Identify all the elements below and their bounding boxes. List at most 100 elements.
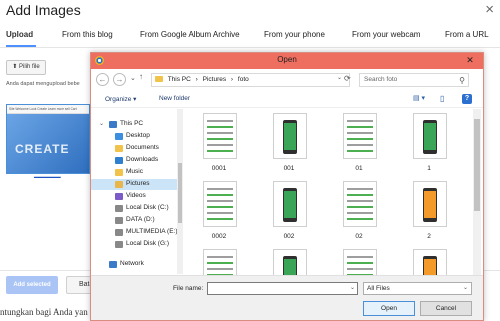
sidebar-item-network[interactable]: Network: [91, 259, 179, 270]
organize-menu[interactable]: Organize ▾: [105, 95, 136, 103]
image-thumbnail: [343, 181, 377, 227]
tab-from-your-webcam[interactable]: From your webcam: [352, 30, 420, 39]
thumbnail-nav-strip: Site Welcome Look Create Learn more sell…: [7, 105, 89, 114]
tab-from-google-album-archive[interactable]: From Google Album Archive: [140, 30, 240, 39]
image-thumbnail: [273, 181, 307, 227]
tab-from-a-url[interactable]: From a URL: [445, 30, 489, 39]
add-images-title: Add Images: [6, 2, 81, 18]
scrollbar-thumb[interactable]: [178, 163, 182, 223]
thumbnail-line: [207, 256, 233, 258]
open-file-dialog: Open ✕ ← → ⌄ ↑ This PC › Pictures › foto…: [90, 52, 484, 321]
refresh-icon[interactable]: ⟳: [344, 74, 351, 83]
chevron-down-icon[interactable]: ⌄: [350, 284, 355, 291]
thumbnail-line: [347, 200, 373, 202]
recent-locations-icon[interactable]: ⌄: [130, 74, 136, 82]
sidebar-item-label: Documents: [126, 144, 159, 151]
search-input[interactable]: Search foto ⚲: [359, 73, 469, 87]
breadcrumb-pictures[interactable]: Pictures: [203, 76, 226, 83]
thumbnail-line: [207, 138, 233, 140]
forward-icon[interactable]: →: [113, 73, 126, 86]
add-selected-button[interactable]: Add selected: [6, 276, 58, 294]
file-name-label: File name:: [173, 285, 204, 292]
image-thumbnail: [203, 181, 237, 227]
breadcrumb-foto[interactable]: foto: [238, 76, 249, 83]
tab-upload[interactable]: Upload: [6, 30, 33, 39]
dialog-cancel-button[interactable]: Cancel: [420, 301, 472, 316]
image-thumbnail: [273, 113, 307, 159]
phone-screen: [284, 123, 296, 150]
new-folder-button[interactable]: New folder: [159, 95, 190, 102]
sidebar-item-documents[interactable]: Documents: [91, 143, 179, 154]
dialog-close-icon[interactable]: ✕: [461, 54, 479, 67]
image-thumbnail: [413, 249, 447, 275]
navigation-pane-scrollbar[interactable]: [177, 109, 183, 274]
thumbnail-line: [207, 120, 233, 122]
file-name: 001: [283, 165, 295, 172]
dialog-title-bar[interactable]: Open ✕: [91, 53, 483, 69]
thumbnail-line: [347, 212, 373, 214]
chevron-down-icon[interactable]: ⌄: [99, 120, 104, 127]
pick-files-button[interactable]: ⬆ Pilih file: [6, 60, 46, 75]
sidebar-item-multimedia-e[interactable]: MULTIMEDIA (E:): [91, 227, 179, 238]
thumbnail-line: [207, 218, 233, 220]
screen: Add Images × Upload From this blog From …: [0, 0, 500, 321]
up-folder-icon[interactable]: ↑: [139, 72, 143, 81]
phone-screenshot: [423, 120, 437, 154]
address-dropdown-icon[interactable]: ⌄: [337, 74, 342, 81]
breadcrumb-this-pc[interactable]: This PC: [168, 76, 191, 83]
file-name: 02: [355, 233, 363, 240]
tab-from-your-phone[interactable]: From your phone: [264, 30, 325, 39]
close-icon[interactable]: ×: [485, 1, 494, 18]
thumbnail-line: [347, 256, 373, 258]
uploaded-image-thumbnail[interactable]: Site Welcome Look Create Learn more sell…: [6, 104, 90, 174]
sidebar-item-label: This PC: [120, 120, 144, 127]
change-view-icon[interactable]: ▤ ▾: [413, 94, 425, 102]
downloads-icon: [115, 157, 123, 164]
thumbnail-line: [207, 150, 233, 152]
image-thumbnail: [413, 113, 447, 159]
open-button[interactable]: Open: [363, 301, 415, 316]
address-bar[interactable]: This PC › Pictures › foto: [151, 73, 350, 87]
thumbnail-line: [347, 268, 373, 270]
thumbnail-line: [207, 194, 233, 196]
thumbnail-line: [347, 262, 373, 264]
thumbnail-line: [207, 206, 233, 208]
help-icon[interactable]: ?: [462, 94, 472, 104]
scrollbar-thumb[interactable]: [474, 119, 480, 211]
sidebar-item-label: Downloads: [126, 156, 159, 163]
file-name-input[interactable]: ⌄: [207, 282, 358, 295]
back-icon[interactable]: ←: [96, 73, 109, 86]
search-placeholder: Search foto: [364, 76, 398, 83]
sidebar-item-this-pc[interactable]: ⌄ This PC: [91, 119, 179, 130]
sidebar-item-pictures[interactable]: Pictures: [91, 179, 179, 190]
file-type-select[interactable]: All Files ⌄: [363, 282, 472, 295]
sidebar-item-videos[interactable]: Videos: [91, 191, 179, 202]
sidebar-item-downloads[interactable]: Downloads: [91, 155, 179, 166]
network-icon: [109, 261, 117, 268]
file-list-scrollbar[interactable]: [473, 109, 481, 275]
image-thumbnail: [203, 113, 237, 159]
thumbnail-caption: ____________: [34, 172, 61, 177]
sidebar-item-desktop[interactable]: Desktop: [91, 131, 179, 142]
desktop-icon: [115, 133, 123, 140]
phone-screen: [424, 259, 436, 275]
thumbnail-line: [207, 200, 233, 202]
thumbnail-word: CREATE: [15, 142, 70, 156]
sidebar-item-music[interactable]: Music: [91, 167, 179, 178]
preview-pane-icon[interactable]: ▯: [440, 94, 444, 103]
breadcrumb-separator: ›: [230, 76, 234, 83]
tab-from-this-blog[interactable]: From this blog: [62, 30, 113, 39]
thumbnail-line: [207, 126, 233, 128]
sidebar-item-data-d[interactable]: DATA (D:): [91, 215, 179, 226]
thumbnail-line: [347, 138, 373, 140]
file-name: 002: [283, 233, 295, 240]
phone-screen: [284, 191, 296, 218]
phone-screenshot: [283, 120, 297, 154]
command-bar: Organize ▾ New folder ▤ ▾ ▯ ?: [91, 91, 483, 108]
sidebar-item-local-disk-c[interactable]: Local Disk (C:): [91, 203, 179, 214]
videos-icon: [115, 193, 123, 200]
file-name: 01: [355, 165, 363, 172]
sidebar-item-local-disk-g[interactable]: Local Disk (G:): [91, 239, 179, 250]
image-thumbnail: [343, 113, 377, 159]
pc-icon: [109, 121, 117, 128]
